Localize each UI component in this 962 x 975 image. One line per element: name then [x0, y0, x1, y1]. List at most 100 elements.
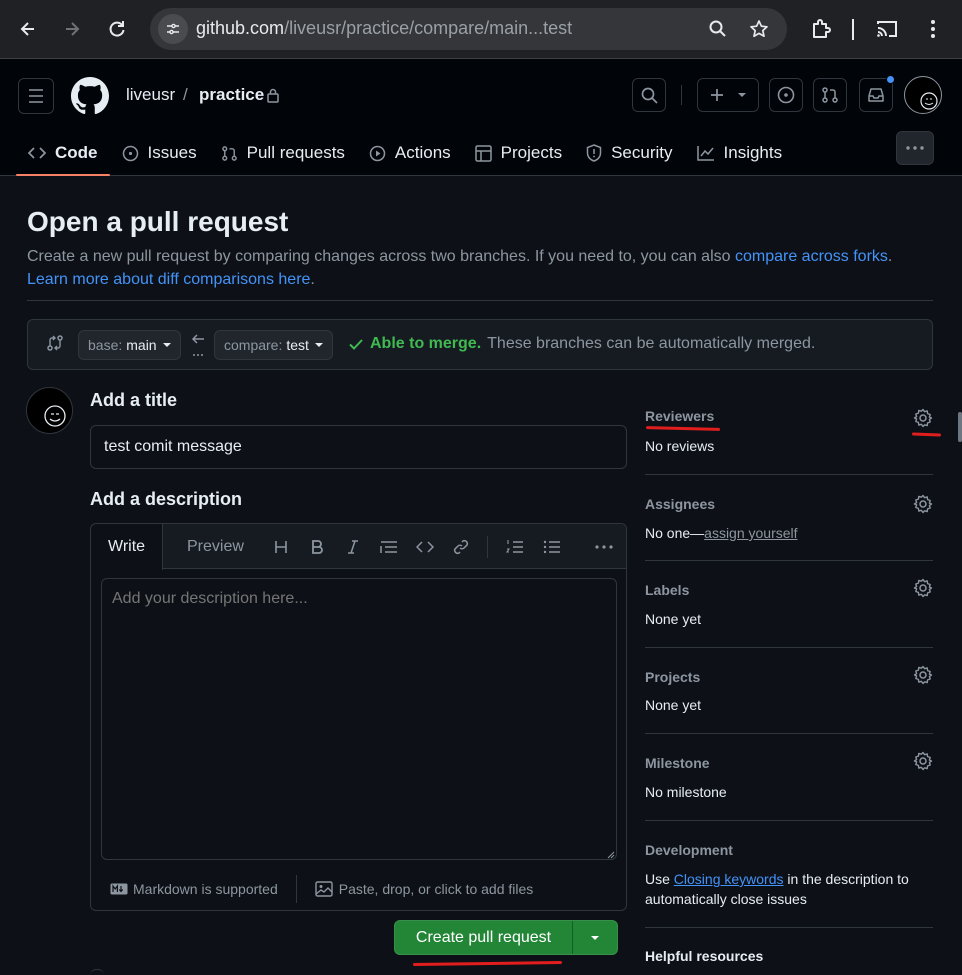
- more-tabs-button[interactable]: [896, 131, 934, 165]
- labels-gear-icon[interactable]: [913, 578, 933, 598]
- compare-branch-label: compare:: [224, 337, 283, 353]
- italic-button[interactable]: [340, 534, 366, 560]
- tab-pull-requests[interactable]: Pull requests: [209, 131, 357, 175]
- italic-icon: [348, 540, 358, 554]
- closing-keywords-link[interactable]: Closing keywords: [674, 871, 784, 887]
- sidebar-reviewers: Reviewers No reviews: [645, 404, 933, 475]
- reviewers-value: No reviews: [645, 438, 715, 454]
- add-title-label: Add a title: [90, 390, 178, 410]
- graph-icon: [696, 146, 714, 161]
- base-branch-value: main: [126, 337, 157, 353]
- avatar-face-icon: [44, 405, 66, 427]
- editor-toolbar: Write Preview: [91, 524, 626, 570]
- global-menu-button[interactable]: [18, 78, 54, 114]
- cast-icon: [877, 21, 897, 37]
- create-pull-request-button[interactable]: Create pull request: [395, 921, 573, 954]
- create-pr-options-button[interactable]: [573, 921, 617, 954]
- title-input[interactable]: [90, 425, 627, 469]
- breadcrumb-owner[interactable]: liveusr: [126, 85, 175, 105]
- tab-preview[interactable]: Preview: [170, 524, 261, 570]
- github-logo-icon[interactable]: [71, 77, 109, 115]
- markdown-note-text: Markdown is supported: [133, 881, 278, 897]
- pull-request-icon: [221, 145, 237, 161]
- author-avatar: [26, 387, 73, 434]
- code-icon: [28, 147, 46, 159]
- development-text: Use Closing keywords in the description …: [645, 871, 909, 887]
- forward-arrow-icon: [66, 22, 80, 36]
- title-divider: [27, 300, 933, 301]
- compare-branch-select[interactable]: compare: test: [214, 330, 333, 360]
- learn-more-link[interactable]: Learn more about diff comparisons here: [27, 271, 310, 288]
- create-new-button[interactable]: [697, 78, 759, 112]
- bookmark-star-icon[interactable]: [747, 17, 771, 41]
- address-bar[interactable]: github.com/liveusr/practice/compare/main…: [150, 8, 787, 50]
- chevron-down-icon: [591, 935, 599, 940]
- unordered-list-button[interactable]: [539, 534, 565, 560]
- zoom-search-icon[interactable]: [706, 17, 730, 41]
- extensions-button[interactable]: [806, 14, 836, 44]
- development-title: Development: [645, 842, 733, 858]
- tab-insights[interactable]: Insights: [685, 131, 795, 175]
- tab-write[interactable]: Write: [91, 524, 164, 570]
- subtitle-end: .: [310, 271, 315, 288]
- tab-actions-label: Actions: [394, 143, 451, 162]
- browser-menu-button[interactable]: [918, 14, 948, 44]
- create-pull-request-button-group: Create pull request: [394, 920, 618, 955]
- plus-icon: [711, 89, 723, 101]
- reviewers-gear-icon[interactable]: [913, 408, 933, 428]
- cast-button[interactable]: [872, 14, 902, 44]
- kebab-menu-icon: [931, 20, 935, 38]
- user-avatar[interactable]: [904, 76, 942, 114]
- heading-button[interactable]: [268, 534, 294, 560]
- bold-button[interactable]: [304, 534, 330, 560]
- assignees-gear-icon[interactable]: [913, 494, 933, 514]
- tab-security[interactable]: Security: [574, 131, 684, 175]
- more-formatting-button[interactable]: [591, 534, 617, 560]
- milestone-gear-icon[interactable]: [913, 751, 933, 771]
- projects-title[interactable]: Projects: [645, 669, 700, 685]
- markdown-support-note[interactable]: Markdown is supported: [110, 881, 278, 897]
- your-pull-requests-button[interactable]: [813, 78, 847, 112]
- base-branch-select[interactable]: base: main: [78, 330, 181, 360]
- tab-issues[interactable]: Issues: [110, 131, 209, 175]
- your-issues-button[interactable]: [769, 78, 803, 112]
- check-icon: [349, 339, 363, 350]
- puzzle-icon: [813, 19, 831, 38]
- scrollbar-thumb[interactable]: [958, 412, 962, 442]
- toolbar-divider: [852, 19, 854, 40]
- reviewers-title[interactable]: Reviewers: [645, 408, 714, 424]
- attach-files-button[interactable]: Paste, drop, or click to add files: [315, 881, 533, 897]
- code-button[interactable]: [412, 534, 438, 560]
- editor-footer: Markdown is supported Paste, drop, or cl…: [91, 867, 626, 911]
- site-info-button[interactable]: [158, 14, 188, 44]
- labels-value: None yet: [645, 611, 702, 627]
- shield-icon: [586, 144, 602, 162]
- table-icon: [474, 144, 492, 162]
- resize-handle-icon[interactable]: [607, 851, 615, 859]
- back-button[interactable]: [13, 14, 43, 44]
- branch-range-editor: base: main compare: test Able to merge. Th…: [27, 319, 933, 370]
- search-button[interactable]: [632, 78, 666, 112]
- milestone-title[interactable]: Milestone: [645, 755, 710, 771]
- assignees-title[interactable]: Assignees: [645, 496, 715, 512]
- reload-button[interactable]: [102, 14, 132, 44]
- tab-actions[interactable]: Actions: [357, 131, 463, 175]
- markdown-icon: [110, 883, 128, 895]
- projects-gear-icon[interactable]: [913, 665, 933, 685]
- description-textarea[interactable]: [101, 578, 617, 860]
- kebab-horizontal-icon: [595, 545, 613, 549]
- tab-code[interactable]: Code: [16, 131, 110, 176]
- ordered-list-button[interactable]: [502, 534, 528, 560]
- page-title: Open a pull request: [27, 206, 289, 237]
- labels-title[interactable]: Labels: [645, 582, 689, 598]
- quote-button[interactable]: [376, 534, 402, 560]
- sidebar-milestone: Milestone No milestone: [645, 734, 933, 821]
- breadcrumb-repo[interactable]: practice: [199, 85, 264, 105]
- compare-forks-link[interactable]: compare across forks: [735, 248, 888, 265]
- assign-yourself-link[interactable]: assign yourself: [704, 525, 797, 541]
- forward-button[interactable]: [57, 14, 87, 44]
- bold-icon: [312, 540, 323, 554]
- tab-security-label: Security: [611, 143, 673, 162]
- link-button[interactable]: [448, 534, 474, 560]
- tab-projects[interactable]: Projects: [463, 131, 574, 175]
